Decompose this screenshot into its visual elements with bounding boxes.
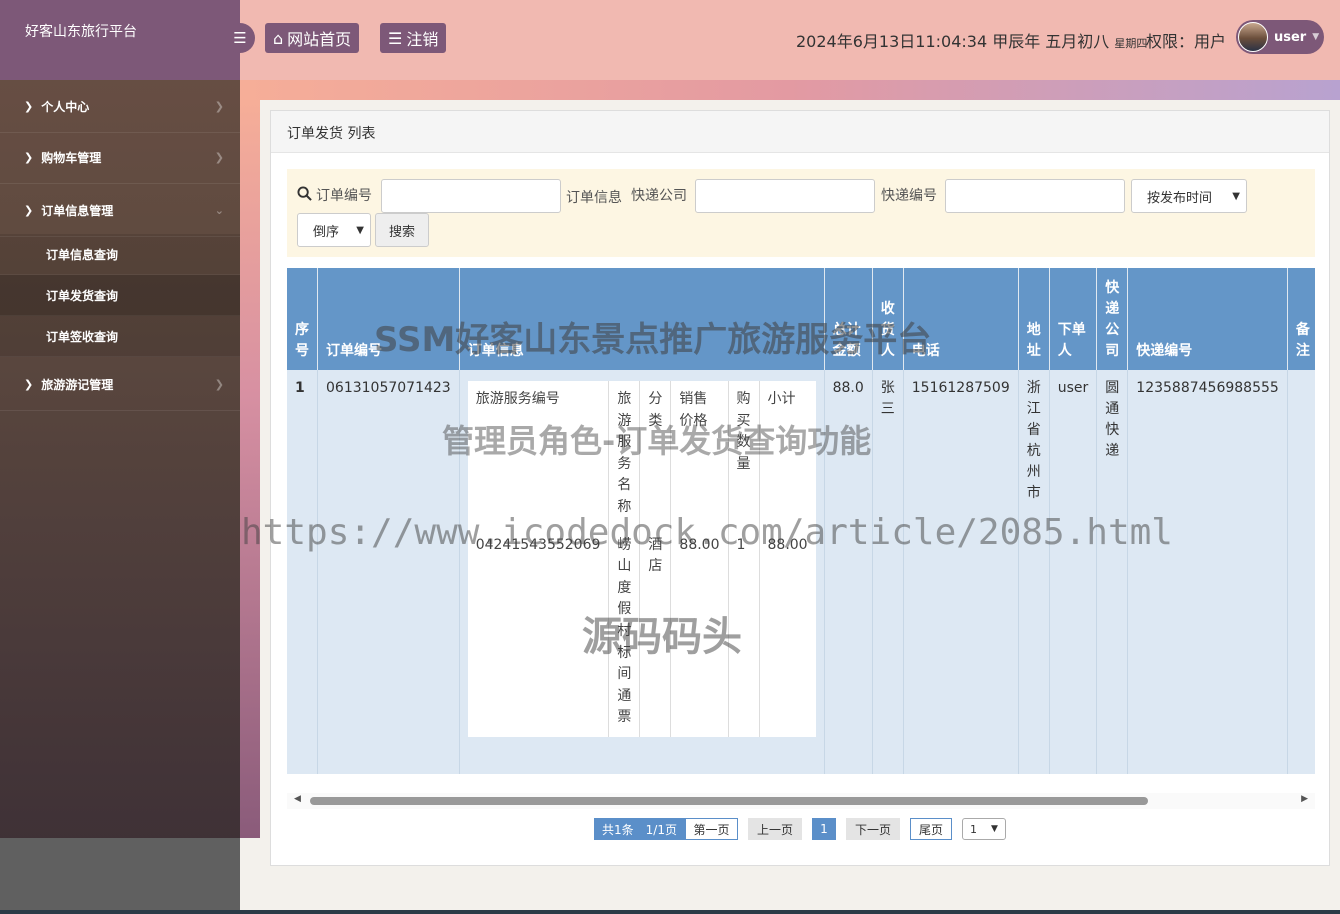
username: user bbox=[1274, 29, 1307, 45]
sort-field-value: 按发布时间 bbox=[1147, 190, 1213, 206]
order-shipping-panel: 订单发货 列表 订单编号 订单信息 快递公司 快递编号 按发布时间 ▼ 倒序 ▼… bbox=[270, 110, 1330, 866]
row-phone: 15161287509 bbox=[903, 370, 1019, 774]
avatar bbox=[1238, 22, 1268, 52]
sort-field-select[interactable]: 按发布时间 ▼ bbox=[1131, 179, 1247, 213]
pagination-summary: 共1条 1/1页 bbox=[594, 818, 685, 840]
home-button[interactable]: ⌂ 网站首页 bbox=[265, 23, 360, 53]
sort-order-select[interactable]: 倒序 ▼ bbox=[297, 213, 371, 247]
user-menu[interactable]: user ▼ bbox=[1236, 20, 1324, 54]
chevron-right-icon: ❯ bbox=[214, 99, 224, 113]
chevron-down-icon: ▼ bbox=[991, 824, 998, 834]
scroll-left-icon[interactable]: ◀ bbox=[294, 794, 301, 804]
row-receiver: 张三 bbox=[872, 370, 904, 774]
decorative-strip bbox=[240, 100, 260, 838]
sidebar-item-label: 个人中心 bbox=[41, 99, 90, 114]
chevron-right-icon: ❯ bbox=[214, 150, 224, 164]
sidebar-item-cart[interactable]: ❯ 购物车管理 ❯ bbox=[0, 131, 240, 184]
sidebar-subitem-label: 订单信息查询 bbox=[46, 247, 119, 262]
chevron-down-icon: ▼ bbox=[356, 224, 364, 236]
brand-title: 好客山东旅行平台 bbox=[0, 0, 240, 80]
tracking-label: 快递编号 bbox=[881, 188, 937, 204]
courier-input[interactable] bbox=[695, 179, 875, 213]
column-header: 快递编号 bbox=[1127, 268, 1288, 370]
sidebar-footer bbox=[0, 838, 240, 914]
row-order-no: 06131057071423 bbox=[317, 370, 460, 774]
page-jump-select[interactable]: 1 ▼ bbox=[962, 818, 1006, 840]
watermark-source: 源码码头 bbox=[582, 614, 742, 660]
search-button[interactable]: 搜索 bbox=[375, 213, 429, 247]
sidebar-item-label: 购物车管理 bbox=[41, 150, 102, 165]
row-index: 1 bbox=[287, 370, 318, 774]
menu-toggle-button[interactable]: ☰ bbox=[225, 23, 255, 53]
permission-label: 权限：用户 bbox=[1146, 32, 1227, 51]
sidebar-item-label: 旅游游记管理 bbox=[41, 377, 114, 392]
home-icon: ⌂ bbox=[273, 28, 284, 48]
chevron-right-icon: ❯ bbox=[24, 377, 34, 391]
last-page-button[interactable]: 尾页 bbox=[910, 818, 952, 840]
sidebar-subitem-shipping-query[interactable]: 订单发货查询 bbox=[0, 275, 240, 316]
datetime-text: 2024年6月13日11:04:34 甲辰年 五月初八 bbox=[796, 32, 1110, 51]
watermark-url: https://www.icodedock.com/article/2085.h… bbox=[241, 512, 1173, 553]
column-header: 下单人 bbox=[1049, 268, 1098, 370]
chevron-down-icon: ⌄ bbox=[214, 203, 224, 217]
courier-label: 快递公司 bbox=[631, 188, 687, 204]
order-info-label: 订单信息 bbox=[566, 190, 622, 206]
sidebar-item-travel-notes[interactable]: ❯ 旅游游记管理 ❯ bbox=[0, 358, 240, 411]
column-header: 地址 bbox=[1018, 268, 1050, 370]
sidebar-subitem-label: 订单签收查询 bbox=[46, 329, 119, 344]
chevron-right-icon: ❯ bbox=[24, 99, 34, 113]
sidebar-item-personal-center[interactable]: ❯ 个人中心 ❯ bbox=[0, 80, 240, 133]
logout-button-label: 注销 bbox=[406, 30, 439, 49]
row-buyer: user bbox=[1049, 370, 1098, 774]
item-subtotal: 88.00 bbox=[759, 526, 816, 737]
menu-icon: ☰ bbox=[233, 29, 247, 47]
row-remark bbox=[1287, 370, 1315, 774]
chevron-right-icon: ❯ bbox=[24, 203, 34, 217]
scrollbar-thumb[interactable] bbox=[310, 797, 1148, 805]
pagination: 共1条 1/1页 第一页 上一页 1 下一页 尾页 1 ▼ bbox=[594, 818, 1016, 840]
row-address: 浙江省杭州市 bbox=[1018, 370, 1050, 774]
order-no-input[interactable] bbox=[381, 179, 561, 213]
sort-order-value: 倒序 bbox=[313, 224, 340, 240]
caret-down-icon: ▼ bbox=[1312, 32, 1320, 42]
sidebar-subitem-label: 订单发货查询 bbox=[46, 288, 119, 303]
order-no-label: 订单编号 bbox=[316, 188, 372, 204]
weekday: 星期四 bbox=[1114, 37, 1148, 50]
sidebar-item-orders[interactable]: ❯ 订单信息管理 ⌄ bbox=[0, 184, 240, 237]
tracking-input[interactable] bbox=[945, 179, 1125, 213]
current-page[interactable]: 1 bbox=[812, 818, 836, 840]
page-jump-value: 1 bbox=[970, 822, 978, 836]
sidebar: 好客山东旅行平台 ❯ 个人中心 ❯ ❯ 购物车管理 ❯ ❯ 订单信息管理 ⌄ 订… bbox=[0, 0, 240, 914]
bottom-bar bbox=[0, 910, 1340, 914]
column-header: 序号 bbox=[287, 268, 318, 370]
column-header: 快递公司 bbox=[1096, 268, 1129, 370]
row-courier: 圆通快递 bbox=[1096, 370, 1129, 774]
sidebar-subitem-receipt-query[interactable]: 订单签收查询 bbox=[0, 316, 240, 357]
datetime: 2024年6月13日11:04:34 甲辰年 五月初八 星期四 bbox=[796, 28, 1147, 52]
row-tracking: 1235887456988555 bbox=[1127, 370, 1288, 774]
decorative-band bbox=[240, 80, 1340, 100]
chevron-right-icon: ❯ bbox=[214, 377, 224, 391]
sidebar-subitem-order-query[interactable]: 订单信息查询 bbox=[0, 234, 240, 275]
panel-title: 订单发货 列表 bbox=[271, 111, 1329, 153]
chevron-down-icon: ▼ bbox=[1232, 190, 1240, 202]
logout-button[interactable]: ☰ 注销 bbox=[380, 23, 447, 53]
watermark-subtitle: 管理员角色-订单发货查询功能 bbox=[442, 422, 872, 460]
first-page-button[interactable]: 第一页 bbox=[685, 818, 738, 840]
column-header: 备注 bbox=[1287, 268, 1315, 370]
prev-page-button[interactable]: 上一页 bbox=[748, 818, 802, 840]
scroll-right-icon[interactable]: ▶ bbox=[1301, 794, 1308, 804]
sidebar-item-label: 订单信息管理 bbox=[41, 203, 114, 218]
home-button-label: 网站首页 bbox=[287, 30, 352, 49]
search-icon bbox=[297, 186, 312, 205]
horizontal-scrollbar[interactable]: ◀ ▶ bbox=[287, 793, 1315, 809]
search-form: 订单编号 订单信息 快递公司 快递编号 按发布时间 ▼ 倒序 ▼ 搜索 bbox=[287, 169, 1315, 257]
next-page-button[interactable]: 下一页 bbox=[846, 818, 900, 840]
chevron-right-icon: ❯ bbox=[24, 150, 34, 164]
list-icon: ☰ bbox=[388, 28, 403, 48]
watermark-title: SSM好客山东景点推广旅游服务平台 bbox=[374, 320, 932, 360]
